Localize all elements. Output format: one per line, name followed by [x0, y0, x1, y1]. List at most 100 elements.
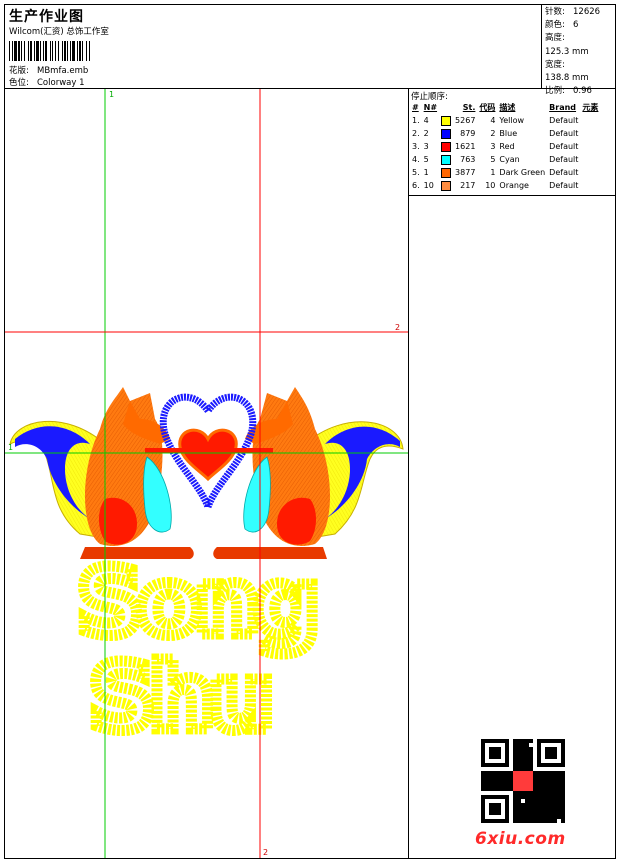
qr-module: [505, 815, 509, 819]
qr-module: [481, 751, 485, 755]
embroidery-preview: Song Shu 1 2 2 1: [5, 89, 408, 858]
qr-module: [529, 775, 533, 779]
qr-module: [521, 791, 525, 795]
qr-module: [485, 787, 489, 791]
qr-module: [545, 763, 549, 767]
qr-module: [545, 787, 549, 791]
qr-module: [537, 779, 541, 783]
needle-number: 5: [423, 155, 429, 164]
qr-module: [545, 783, 549, 787]
qr-module: [517, 743, 521, 747]
swatch-box: [441, 141, 452, 152]
qr-module: [553, 747, 557, 751]
table-row: 1. 4 5267 4 Yellow Default: [410, 114, 600, 127]
color-code: 5: [490, 155, 496, 164]
swatch-box: [441, 115, 452, 126]
qr-module: [513, 739, 517, 743]
qr-module: [505, 819, 509, 823]
qr-module: [525, 739, 529, 743]
qr-module: [509, 775, 513, 779]
qr-module: [545, 779, 549, 783]
qr-module: [529, 799, 533, 803]
qr-module: [557, 795, 561, 799]
qr-module: [481, 807, 485, 811]
qr-module: [541, 791, 545, 795]
qr-module: [533, 815, 537, 819]
qr-module: [525, 763, 529, 767]
qr-module: [481, 803, 485, 807]
qr-module: [545, 811, 549, 815]
qr-module: [529, 751, 533, 755]
colorway-label: 色位:: [9, 78, 29, 88]
table-header-row: # N# St. 代码 描述 Brand 元素: [410, 101, 600, 114]
qr-module: [545, 791, 549, 795]
qr-module: [521, 779, 525, 783]
qr-module: [501, 775, 505, 779]
qr-module: [505, 739, 509, 743]
col-header: #: [412, 103, 419, 112]
qr-module: [497, 747, 501, 751]
qr-module: [553, 803, 557, 807]
guide-label: 2: [263, 848, 268, 857]
qr-module: [481, 755, 485, 759]
qr-module: [517, 815, 521, 819]
qr-module: [533, 799, 537, 803]
barcode: [9, 41, 90, 61]
qr-module: [541, 779, 545, 783]
color-swatch: [439, 127, 453, 140]
qr-module: [481, 815, 485, 819]
qr-module: [505, 795, 509, 799]
qr-module: [505, 807, 509, 811]
qr-module: [517, 747, 521, 751]
qr-module: [513, 803, 517, 807]
swatch-box: [441, 128, 452, 139]
qr-module: [489, 811, 493, 815]
qr-module: [561, 743, 565, 747]
qr-module: [529, 783, 533, 787]
col-header: Brand: [549, 103, 577, 112]
qr-module: [517, 755, 521, 759]
qr-module: [529, 791, 533, 795]
qr-module: [513, 779, 517, 783]
qr-module: [529, 779, 533, 783]
color-swatch: [439, 153, 453, 166]
qr-module: [493, 795, 497, 799]
qr-module: [489, 795, 493, 799]
color-description: Cyan: [499, 155, 520, 164]
guide-label: 1: [8, 443, 13, 452]
barcode-bar: [21, 41, 22, 61]
qr-module: [493, 803, 497, 807]
qr-module: [513, 763, 517, 767]
stat-label: 针数:: [545, 7, 565, 17]
qr-module: [493, 775, 497, 779]
barcode-bar: [18, 41, 20, 61]
qr-module: [525, 803, 529, 807]
qr-module: [505, 811, 509, 815]
qr-module: [557, 739, 561, 743]
qr-module: [497, 819, 501, 823]
qr-module: [517, 795, 521, 799]
qr-module: [541, 815, 545, 819]
qr-module: [545, 739, 549, 743]
qr-module: [549, 815, 553, 819]
col-header: 代码: [479, 103, 496, 112]
stop-number: 6.: [412, 181, 420, 190]
stat-label: 高度:: [545, 33, 565, 44]
qr-module: [493, 787, 497, 791]
elements-cell: [580, 127, 600, 140]
qr-module: [517, 807, 521, 811]
qr-module: [521, 787, 525, 791]
qr-module: [549, 819, 553, 823]
color-table-section: 停止顺序: # N# St. 代码 描述 Brand 元素 1. 4 5267 4 Ye…: [409, 89, 615, 196]
qr-module: [489, 755, 493, 759]
needle-number: 10: [423, 181, 434, 190]
qr-module: [493, 783, 497, 787]
qr-module: [517, 783, 521, 787]
qr-module: [513, 807, 517, 811]
stat-value: 12626: [573, 7, 601, 17]
page-title: 生产作业图: [9, 9, 84, 25]
qr-module: [481, 787, 485, 791]
qr-module: [561, 747, 565, 751]
qr-module: [517, 799, 521, 803]
qr-module: [497, 779, 501, 783]
